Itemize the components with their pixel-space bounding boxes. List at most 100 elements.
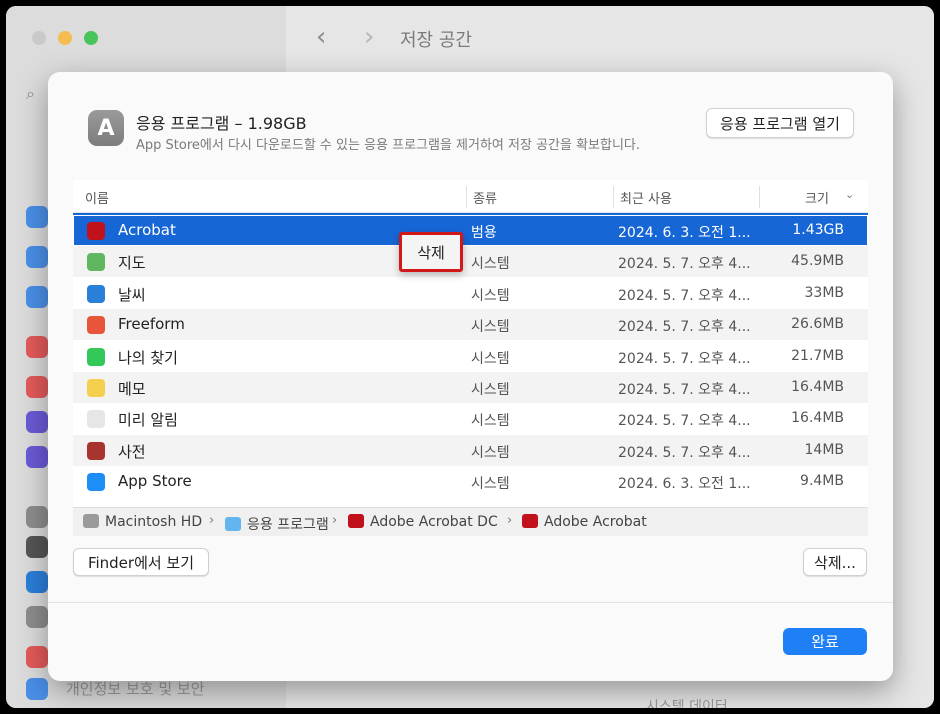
table-row[interactable]: 나의 찾기 시스템 2024. 5. 7. 오후 4... 21.7MB bbox=[73, 341, 868, 372]
table-row[interactable]: 메모 시스템 2024. 5. 7. 오후 4... 16.4MB bbox=[73, 372, 868, 403]
done-button[interactable]: 완료 bbox=[783, 628, 867, 655]
app-kind: 시스템 bbox=[471, 444, 510, 461]
app-size: 16.4MB bbox=[791, 379, 844, 395]
chevron-down-icon[interactable]: ⌄ bbox=[845, 188, 854, 201]
privacy-icon bbox=[26, 678, 48, 700]
app-size: 26.6MB bbox=[791, 316, 844, 333]
network-icon bbox=[26, 286, 48, 308]
table-row[interactable]: App Store 시스템 2024. 6. 3. 오전 1... 9.4MB bbox=[73, 466, 868, 497]
column-header-kind[interactable]: 종류 bbox=[473, 188, 497, 207]
app-last-used: 2024. 6. 3. 오전 1... bbox=[618, 225, 751, 241]
dialog-subtitle: App Store에서 다시 다운로드할 수 있는 응용 프로그램을 제거하여 … bbox=[136, 138, 641, 153]
forward-arrow-icon[interactable]: › bbox=[364, 22, 374, 52]
hard-drive-icon bbox=[83, 514, 99, 528]
app-size: 1.43GB bbox=[792, 222, 844, 238]
app-name: 지도 bbox=[118, 254, 146, 273]
app-last-used: 2024. 6. 3. 오전 1... bbox=[618, 476, 751, 493]
divider bbox=[48, 602, 893, 603]
app-size: 16.4MB bbox=[791, 410, 844, 427]
column-header-last-used[interactable]: 최근 사용 bbox=[620, 188, 672, 207]
app-kind: 시스템 bbox=[471, 256, 510, 273]
column-header-name[interactable]: 이름 bbox=[85, 188, 109, 207]
column-separator bbox=[466, 186, 467, 208]
app-kind: 시스템 bbox=[471, 350, 510, 367]
appearance-icon bbox=[26, 536, 48, 558]
notes-icon bbox=[87, 379, 105, 397]
table-row[interactable]: Acrobat 범용 2024. 6. 3. 오전 1... 1.43GB bbox=[73, 213, 868, 248]
app-kind: 시스템 bbox=[471, 319, 510, 336]
folder-icon bbox=[225, 517, 241, 531]
table-row[interactable]: 날씨 시스템 2024. 5. 7. 오후 4... 33MB bbox=[73, 278, 868, 309]
app-size: 21.7MB bbox=[791, 347, 844, 364]
app-kind: 시스템 bbox=[471, 476, 510, 493]
path-separator: › bbox=[209, 513, 215, 528]
show-in-finder-button[interactable]: Finder에서 보기 bbox=[73, 548, 209, 576]
app-name: Acrobat bbox=[118, 221, 176, 239]
app-name: 메모 bbox=[118, 380, 146, 398]
system-data-label: 시스템 데이터 bbox=[646, 699, 728, 708]
applications-table: 이름 종류 최근 사용 크기 ⌄ Acrobat 범용 2024. 6. 3. 오전… bbox=[73, 180, 868, 535]
sidebar-item-privacy[interactable]: 개인정보 보호 및 보안 bbox=[66, 678, 205, 699]
app-size: 33MB bbox=[804, 284, 845, 301]
table-row[interactable]: 미리 알림 시스템 2024. 5. 7. 오후 4... 16.4MB bbox=[73, 403, 868, 434]
table-row[interactable]: 지도 시스템 2024. 5. 7. 오후 4... 45.9MB bbox=[73, 246, 868, 278]
column-separator bbox=[613, 186, 614, 208]
app-last-used: 2024. 5. 7. 오후 4... bbox=[618, 382, 751, 398]
path-item-label: Adobe Acrobat bbox=[544, 514, 647, 530]
siri-icon bbox=[26, 646, 48, 668]
path-separator: › bbox=[332, 513, 338, 528]
acrobat-icon bbox=[348, 514, 364, 528]
app-size: 14MB bbox=[804, 441, 845, 458]
app-size: 45.9MB bbox=[791, 253, 844, 270]
focus-icon bbox=[26, 411, 48, 433]
applications-dialog: A 응용 프로그램 – 1.98GB App Store에서 다시 다운로드할 … bbox=[48, 72, 893, 681]
column-separator bbox=[759, 186, 760, 208]
app-last-used: 2024. 5. 7. 오후 4... bbox=[618, 413, 751, 430]
search-icon[interactable]: ⌕ bbox=[26, 84, 35, 104]
open-applications-button[interactable]: 응용 프로그램 열기 bbox=[706, 108, 854, 138]
app-kind: 시스템 bbox=[471, 382, 510, 398]
app-name: 날씨 bbox=[118, 285, 146, 304]
close-button[interactable] bbox=[32, 31, 46, 45]
accessibility-icon bbox=[26, 571, 48, 593]
app-last-used: 2024. 5. 7. 오후 4... bbox=[618, 319, 751, 336]
general-icon bbox=[26, 506, 48, 528]
reminders-icon bbox=[87, 410, 105, 429]
notifications-icon bbox=[26, 336, 48, 358]
app-last-used: 2024. 5. 7. 오후 4... bbox=[618, 256, 751, 273]
maps-icon bbox=[87, 253, 105, 272]
app-name: Freeform bbox=[118, 315, 185, 334]
column-header-size[interactable]: 크기 bbox=[805, 188, 829, 207]
context-menu-delete[interactable]: 삭제 bbox=[399, 232, 463, 272]
zoom-button[interactable] bbox=[84, 31, 98, 45]
minimize-button[interactable] bbox=[58, 31, 72, 45]
path-item-adobe-acrobat-dc[interactable]: Adobe Acrobat DC bbox=[348, 514, 498, 530]
app-store-icon: A bbox=[88, 110, 124, 146]
table-row[interactable]: Freeform 시스템 2024. 5. 7. 오후 4... 26.6MB bbox=[73, 309, 868, 341]
app-store-icon bbox=[87, 473, 105, 492]
path-item-applications[interactable]: 응용 프로그램 bbox=[225, 514, 329, 534]
freeform-icon bbox=[87, 316, 105, 335]
dictionary-icon bbox=[87, 441, 105, 460]
dialog-title: 응용 프로그램 – 1.98GB bbox=[136, 114, 307, 133]
app-kind: 시스템 bbox=[471, 287, 510, 304]
path-item-macintosh-hd[interactable]: Macintosh HD bbox=[83, 514, 202, 530]
bluetooth-icon bbox=[26, 246, 48, 268]
path-bar: Macintosh HD › 응용 프로그램 › Adobe Acrobat D… bbox=[73, 507, 868, 536]
acrobat-icon bbox=[522, 514, 538, 528]
delete-button[interactable]: 삭제... bbox=[803, 548, 867, 576]
app-name: 사전 bbox=[118, 442, 146, 461]
table-row[interactable]: 사전 시스템 2024. 5. 7. 오후 4... 14MB bbox=[73, 434, 868, 466]
wifi-icon bbox=[26, 206, 48, 228]
app-last-used: 2024. 5. 7. 오후 4... bbox=[618, 350, 751, 367]
path-item-label: 응용 프로그램 bbox=[247, 517, 329, 533]
find-my-icon bbox=[87, 347, 105, 366]
path-item-adobe-acrobat[interactable]: Adobe Acrobat bbox=[522, 514, 647, 530]
acrobat-icon bbox=[87, 222, 105, 240]
window-title: 저장 공간 bbox=[400, 30, 472, 51]
back-arrow-icon[interactable]: ‹ bbox=[316, 22, 326, 52]
app-name: 나의 찾기 bbox=[118, 348, 178, 367]
path-item-label: Macintosh HD bbox=[105, 514, 203, 530]
sound-icon bbox=[26, 376, 48, 398]
app-name: 미리 알림 bbox=[118, 411, 178, 430]
